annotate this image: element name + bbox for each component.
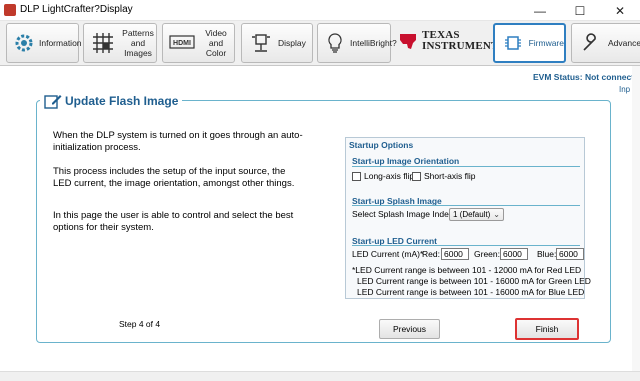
long-axis-flip-label: Long-axis flip <box>364 171 415 181</box>
lightbulb-icon <box>324 30 346 56</box>
patterns-images-button[interactable]: Patterns and Images <box>83 23 157 63</box>
orientation-title: Start-up Image Orientation <box>352 156 460 166</box>
information-label: Information <box>39 38 82 48</box>
patterns-images-label: Patterns and Images <box>122 28 154 58</box>
main-toolbar: Information Patterns and Images HDMI Vid… <box>0 21 640 66</box>
app-icon <box>4 4 16 16</box>
input-indicator: Inp <box>619 85 631 94</box>
green-current-input[interactable]: 6000 <box>500 248 528 260</box>
short-axis-flip-box[interactable] <box>412 171 421 181</box>
red-label: Red: <box>422 249 440 259</box>
firmware-button[interactable]: Firmware <box>493 23 566 63</box>
description-para-1: When the DLP system is turned on it goes… <box>53 130 303 153</box>
led-note-red: *LED Current range is between 101 - 1200… <box>352 265 582 275</box>
pencil-icon <box>44 95 62 109</box>
step-indicator: Step 4 of 4 <box>119 319 161 329</box>
blue-current-input[interactable]: 6000 <box>556 248 584 260</box>
pattern-grid-icon <box>90 30 116 56</box>
description-para-3: In this page the user is able to control… <box>53 210 294 233</box>
led-note-blue: LED Current range is between 101 - 16000… <box>357 287 585 297</box>
evm-status: EVM Status: Not connect <box>533 72 635 82</box>
ti-logo: Texas Instruments <box>398 30 505 52</box>
display-icon <box>248 30 274 56</box>
splash-divider <box>352 205 580 206</box>
display-button[interactable]: Display <box>241 23 313 63</box>
orientation-divider <box>352 166 580 167</box>
vertical-scrollbar[interactable] <box>632 66 640 371</box>
red-current-input[interactable]: 6000 <box>441 248 469 260</box>
minimize-button[interactable]: — <box>520 0 560 21</box>
hdmi-icon: HDMI <box>169 30 195 56</box>
maximize-button[interactable]: ☐ <box>560 0 600 21</box>
previous-button[interactable]: Previous <box>379 319 440 339</box>
panel-title-text: Update Flash Image <box>65 94 179 108</box>
finish-button[interactable]: Finish <box>515 318 579 340</box>
settings-icon <box>13 30 35 56</box>
description-para-2: This process includes the setup of the i… <box>53 166 295 189</box>
information-button[interactable]: Information <box>6 23 82 63</box>
advanced-button[interactable]: Advance <box>571 23 640 63</box>
horizontal-scrollbar[interactable] <box>0 371 640 381</box>
window-title: DLP LightCrafter?Display <box>20 4 133 15</box>
wrench-icon <box>578 30 604 56</box>
video-color-label: Video and Color <box>205 28 227 58</box>
short-axis-flip-label: Short-axis flip <box>424 171 476 181</box>
short-axis-flip-checkbox[interactable]: Short-axis flip <box>412 171 476 181</box>
display-label: Display <box>278 38 306 48</box>
long-axis-flip-checkbox[interactable]: Long-axis flip <box>352 171 414 181</box>
close-button[interactable]: ✕ <box>600 0 640 21</box>
advanced-label: Advance <box>608 38 640 48</box>
firmware-label: Firmware <box>528 38 564 48</box>
startup-options-header: Startup Options <box>349 140 414 150</box>
title-bar: DLP LightCrafter?Display — ☐ ✕ <box>0 0 640 21</box>
led-divider <box>352 245 580 246</box>
panel-title: Update Flash Image <box>40 93 183 109</box>
blue-label: Blue: <box>537 249 557 259</box>
chip-icon <box>501 30 525 56</box>
green-label: Green: <box>474 249 500 259</box>
svg-text:HDMI: HDMI <box>173 40 191 47</box>
led-note-green: LED Current range is between 101 - 16000… <box>357 276 591 286</box>
ti-logo-icon <box>400 34 416 49</box>
splash-index-select[interactable]: 1 (Default) ⌄ <box>449 208 504 221</box>
long-axis-flip-box[interactable] <box>352 171 361 181</box>
splash-index-value: 1 (Default) <box>453 210 491 219</box>
splash-label: Select Splash Image Index: <box>352 209 456 219</box>
chevron-down-icon: ⌄ <box>493 210 500 219</box>
video-color-button[interactable]: HDMI Video and Color <box>162 23 235 63</box>
intellibright-button[interactable]: IntelliBright? <box>317 23 397 63</box>
led-current-label: LED Current (mA)* <box>352 249 424 259</box>
intellibright-label: IntelliBright? <box>350 38 397 48</box>
